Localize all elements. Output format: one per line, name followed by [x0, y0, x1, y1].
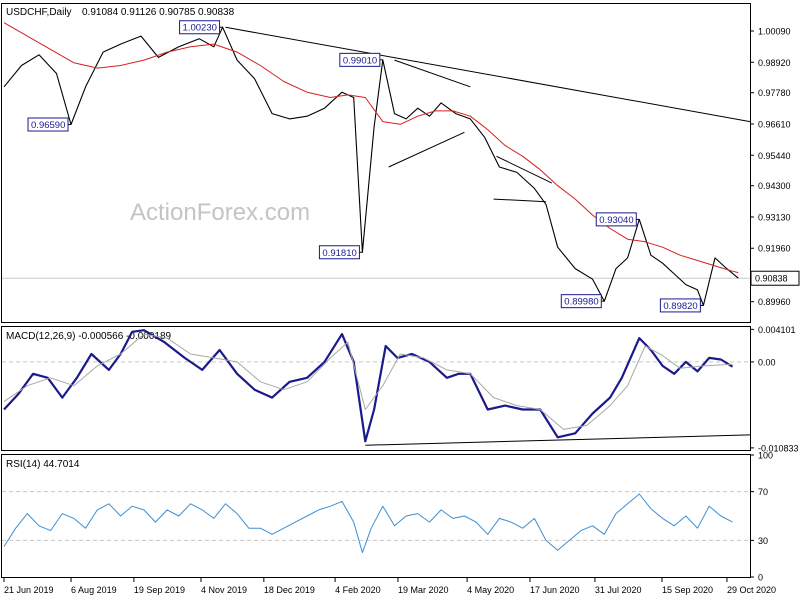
macd-y-tick-label: 0.004101 [758, 325, 796, 335]
x-tick-label: 21 Jun 2019 [4, 585, 54, 595]
symbol-label: USDCHF,Daily [6, 7, 72, 18]
price-annotation-label: 0.96590 [31, 120, 65, 131]
rsi-y-tick-label: 30 [758, 536, 768, 546]
x-tick-label: 17 Jun 2020 [530, 585, 580, 595]
rsi-y-tick-label: 0 [758, 573, 763, 583]
price-annotation-label: 0.99010 [343, 55, 377, 66]
ohlc-label: 0.91084 0.91126 0.90785 0.90838 [82, 7, 235, 18]
current-price-label: 0.90838 [755, 274, 788, 284]
x-tick-label: 19 Sep 2019 [134, 585, 185, 595]
rsi-title: RSI(14) 44.7014 [6, 459, 80, 470]
price-y-tick-label: 0.94300 [758, 181, 791, 191]
price-y-tick-label: 0.91960 [758, 244, 791, 254]
price-annotation-label: 0.93040 [599, 215, 633, 226]
watermark: ActionForex.com [130, 199, 310, 226]
price-y-tick-label: 0.89960 [758, 297, 791, 307]
price-annotation-label: 1.00230 [183, 23, 217, 34]
x-tick-label: 4 Nov 2019 [201, 585, 247, 595]
price-y-tick-label: 0.96610 [758, 119, 791, 129]
x-tick-label: 4 Feb 2020 [335, 585, 381, 595]
x-tick-label: 6 Aug 2019 [71, 585, 117, 595]
rsi-y-tick-label: 70 [758, 487, 768, 497]
x-tick-label: 29 Oct 2020 [727, 585, 776, 595]
macd-y-tick-label: 0.00 [758, 357, 776, 367]
chart-window: ActionForex.com USDCHF,Daily 0.91084 0.9… [0, 0, 800, 600]
price-annotation-label: 0.91810 [322, 248, 356, 259]
x-tick-label: 15 Sep 2020 [662, 585, 713, 595]
rsi-y-tick-label: 100 [758, 451, 773, 461]
price-annotation-label: 0.89980 [564, 297, 598, 308]
price-y-tick-label: 0.98920 [758, 58, 791, 68]
x-tick-label: 19 Mar 2020 [398, 585, 449, 595]
price-annotation-label: 0.89820 [663, 301, 697, 312]
price-y-tick-label: 0.97780 [758, 88, 791, 98]
price-y-tick-label: 1.00090 [758, 26, 791, 36]
x-tick-label: 31 Jul 2020 [595, 585, 642, 595]
x-tick-label: 18 Dec 2019 [264, 585, 315, 595]
price-y-tick-label: 0.95440 [758, 151, 791, 161]
x-tick-label: 4 May 2020 [467, 585, 514, 595]
price-y-tick-label: 0.93130 [758, 212, 791, 222]
